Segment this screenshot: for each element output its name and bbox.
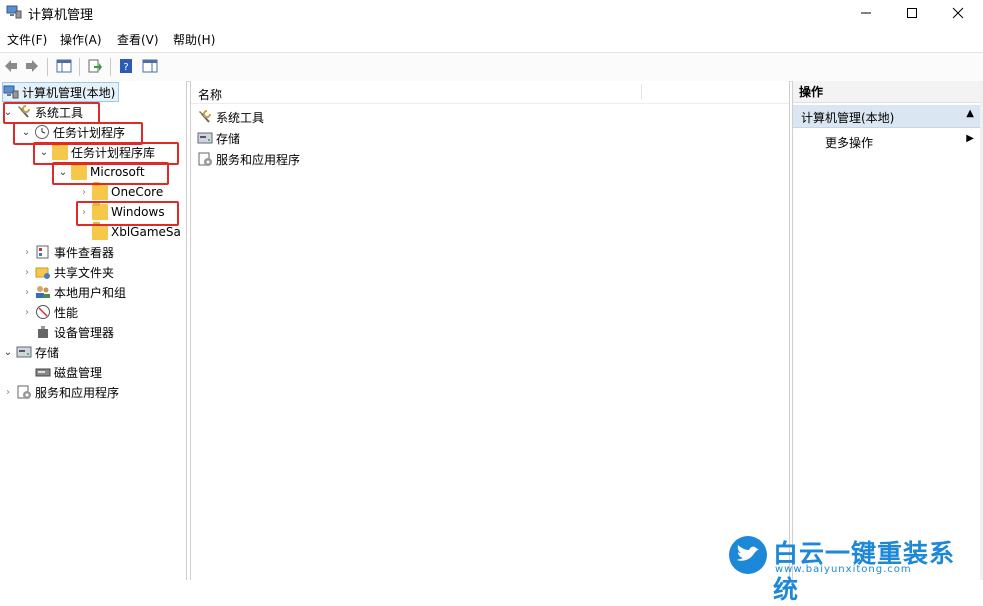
- tree-item-label: 服务和应用程序: [35, 385, 120, 400]
- console-tree-icon: [56, 59, 72, 73]
- chevron-right-icon[interactable]: ›: [78, 182, 90, 202]
- export-list-icon: [88, 59, 102, 73]
- tools-icon: [199, 110, 211, 123]
- back-arrow-icon: [5, 60, 17, 72]
- watermark: 白云一键重装系统 www.baiyunxitong.com: [729, 534, 979, 604]
- help-button[interactable]: ?: [116, 56, 136, 76]
- actions-title: 操作: [793, 81, 981, 103]
- maximize-icon: [907, 7, 917, 18]
- tree-item-label: XblGameSa: [111, 225, 181, 239]
- minimize-icon: [861, 12, 871, 13]
- menu-help[interactable]: 帮助(H): [173, 31, 215, 48]
- event-viewer-icon: [36, 245, 49, 259]
- actions-section-label: 计算机管理(本地): [801, 111, 895, 125]
- action-pane-icon: [142, 59, 158, 73]
- menu-bar: 文件(F) 操作(A) 查看(V) 帮助(H): [0, 28, 983, 50]
- tree-item-label: 本地用户和组: [54, 285, 127, 300]
- show-hide-action-pane-button[interactable]: [140, 56, 160, 76]
- highlight-system-tools: [3, 102, 100, 124]
- chevron-right-icon[interactable]: ›: [2, 382, 14, 402]
- toolbar-separator: [79, 58, 80, 76]
- column-divider[interactable]: [641, 84, 642, 100]
- tree-item-performance[interactable]: › 性能: [21, 302, 78, 322]
- export-list-button[interactable]: [85, 56, 105, 76]
- action-more-actions-label: 更多操作: [825, 136, 874, 150]
- device-manager-icon: [38, 326, 48, 338]
- maximize-button[interactable]: [889, 0, 935, 25]
- tree-root[interactable]: 计算机管理(本地): [2, 82, 120, 102]
- show-hide-console-tree-button[interactable]: [54, 56, 74, 76]
- tree-item-local-users-groups[interactable]: › 本地用户和组: [21, 282, 126, 302]
- computer-management-icon: [3, 85, 19, 99]
- menu-view[interactable]: 查看(V): [117, 31, 159, 48]
- title-bar: 计算机管理: [0, 0, 983, 25]
- tree-root-label: 计算机管理(本地): [22, 85, 116, 100]
- tree-item-label: 存储: [35, 345, 60, 360]
- menu-file[interactable]: 文件(F): [7, 31, 47, 48]
- chevron-down-icon[interactable]: ⌄: [2, 342, 14, 362]
- list-header: 名称: [191, 81, 789, 104]
- services-icon: [17, 385, 31, 399]
- tree-item-device-manager[interactable]: 设备管理器: [21, 322, 114, 342]
- column-name-header[interactable]: 名称: [198, 86, 222, 103]
- folder-icon: [92, 182, 108, 200]
- actions-pane: 操作 计算机管理(本地) ▲ 更多操作 ▶: [792, 81, 981, 580]
- actions-section-computer-management[interactable]: 计算机管理(本地) ▲: [793, 105, 981, 128]
- storage-icon: [16, 346, 32, 358]
- tree-item-services-applications[interactable]: › 服务和应用程序: [2, 382, 119, 402]
- tree-item-storage[interactable]: ⌄ 存储: [2, 342, 59, 362]
- toolbar: ?: [0, 52, 983, 82]
- highlight-microsoft: [52, 162, 169, 185]
- tree-item-shared-folders[interactable]: › 共享文件夹: [21, 262, 114, 282]
- tree-item-label: 设备管理器: [54, 325, 115, 340]
- forward-arrow-icon: [26, 60, 38, 72]
- window-title: 计算机管理: [28, 8, 94, 23]
- watermark-url: www.baiyunxitong.com: [775, 564, 912, 575]
- shared-folder-icon: [35, 267, 50, 279]
- action-more-actions[interactable]: 更多操作 ▶: [793, 131, 981, 151]
- back-button[interactable]: [1, 56, 21, 76]
- list-item-label: 存储: [216, 131, 241, 146]
- toolbar-separator: [110, 58, 111, 76]
- tree-item-event-viewer[interactable]: › 事件查看器: [21, 242, 114, 262]
- toolbar-separator: [47, 58, 48, 76]
- submenu-arrow-icon: ▶: [966, 133, 974, 144]
- list-item-storage[interactable]: 存储: [197, 128, 240, 148]
- highlight-windows: [76, 201, 179, 226]
- list-item-system-tools[interactable]: 系统工具: [197, 107, 264, 127]
- chevron-right-icon[interactable]: ›: [21, 282, 33, 302]
- tree-item-label: 事件查看器: [54, 245, 115, 260]
- list-item-services-applications[interactable]: 服务和应用程序: [197, 149, 300, 169]
- tree-item-disk-management[interactable]: 磁盘管理: [21, 362, 102, 382]
- close-icon: [952, 7, 964, 18]
- users-icon: [36, 286, 50, 298]
- list-item-label: 系统工具: [216, 110, 265, 125]
- services-icon: [198, 152, 212, 166]
- minimize-button[interactable]: [843, 0, 889, 25]
- tree-item-onecore[interactable]: › OneCore: [78, 182, 163, 202]
- bird-logo-icon: [729, 536, 767, 574]
- forward-button[interactable]: [22, 56, 42, 76]
- tree-item-label: 磁盘管理: [54, 365, 103, 380]
- svg-text:?: ?: [123, 62, 128, 73]
- results-pane: 名称 系统工具 存储 服务和应用程序: [190, 81, 790, 580]
- help-icon: ?: [120, 59, 132, 73]
- list-item-label: 服务和应用程序: [216, 152, 301, 167]
- folder-icon: [92, 222, 108, 240]
- performance-icon: [36, 305, 50, 319]
- chevron-right-icon[interactable]: ›: [21, 242, 33, 262]
- collapse-up-icon[interactable]: ▲: [966, 108, 974, 119]
- disk-icon: [35, 368, 51, 377]
- storage-icon: [197, 132, 213, 144]
- menu-action[interactable]: 操作(A): [60, 31, 102, 48]
- chevron-right-icon[interactable]: ›: [21, 262, 33, 282]
- chevron-right-icon[interactable]: ›: [21, 302, 33, 322]
- tree-item-label: OneCore: [111, 185, 164, 199]
- tree-item-label: 性能: [54, 305, 79, 320]
- tree-item-label: 共享文件夹: [54, 265, 115, 280]
- computer-management-icon: [6, 5, 22, 19]
- close-button[interactable]: [935, 0, 981, 25]
